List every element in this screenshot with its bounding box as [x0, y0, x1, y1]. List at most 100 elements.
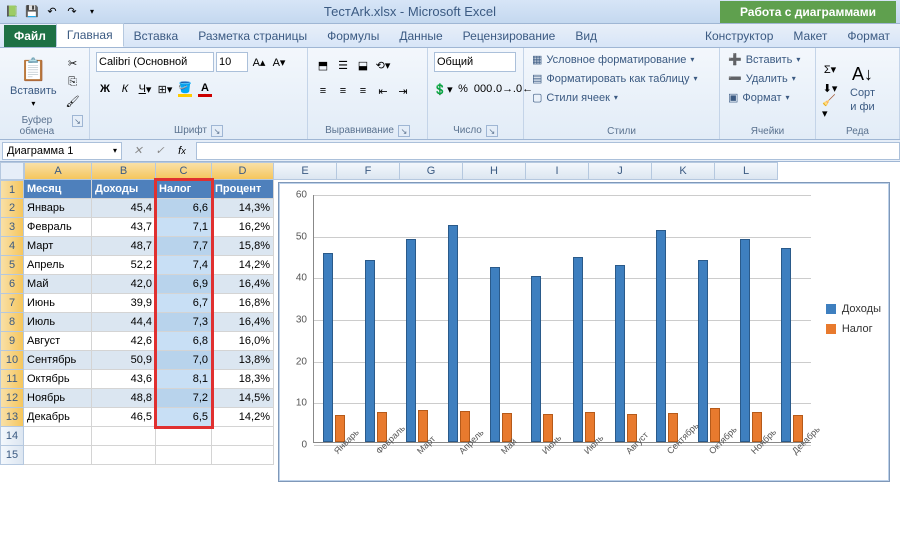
qat-dropdown-icon[interactable]: ▾ [84, 4, 100, 20]
font-size-combo[interactable] [216, 52, 248, 72]
enter-formula-button[interactable]: ✓ [150, 142, 170, 160]
cell-A3[interactable]: Февраль [24, 218, 92, 237]
cell-D12[interactable]: 14,5% [212, 389, 274, 408]
insert-cells-button[interactable]: ➕Вставить▾ [726, 52, 802, 67]
formula-input[interactable] [196, 142, 900, 160]
row-header-11[interactable]: 11 [0, 370, 24, 389]
col-header-K[interactable]: K [652, 162, 715, 180]
cell-A15[interactable] [24, 446, 92, 465]
format-as-table-button[interactable]: ▤Форматировать как таблицу▾ [530, 71, 700, 86]
cell-C5[interactable]: 7,4 [156, 256, 212, 275]
row-header-4[interactable]: 4 [0, 237, 24, 256]
cell-B12[interactable]: 48,8 [92, 389, 156, 408]
align-bottom-button[interactable]: ⬓ [354, 56, 372, 74]
select-all-corner[interactable] [0, 162, 24, 180]
chart-bar[interactable] [698, 260, 708, 442]
cell-A11[interactable]: Октябрь [24, 370, 92, 389]
cell-C15[interactable] [156, 446, 212, 465]
cell-D13[interactable]: 14,2% [212, 408, 274, 427]
cell-C4[interactable]: 7,7 [156, 237, 212, 256]
legend-item[interactable]: Доходы [826, 303, 881, 315]
format-painter-button[interactable]: 🖌 [65, 94, 81, 110]
worksheet-grid[interactable]: ABCDEFGHIJKL 123456789101112131415 Месяц… [0, 162, 900, 556]
tab-page-layout[interactable]: Разметка страницы [188, 25, 317, 47]
cell-B10[interactable]: 50,9 [92, 351, 156, 370]
increase-decimal-button[interactable]: .0→ [494, 80, 512, 98]
chart-bar[interactable] [490, 267, 500, 442]
cell-B2[interactable]: 45,4 [92, 199, 156, 218]
chart-bar[interactable] [656, 230, 666, 442]
cell-A6[interactable]: Май [24, 275, 92, 294]
col-header-J[interactable]: J [589, 162, 652, 180]
save-icon[interactable]: 💾 [24, 4, 40, 20]
tab-chart-design[interactable]: Конструктор [695, 25, 783, 47]
col-header-E[interactable]: E [274, 162, 337, 180]
border-button[interactable]: ⊞▾ [156, 80, 174, 98]
cell-A4[interactable]: Март [24, 237, 92, 256]
tab-view[interactable]: Вид [565, 25, 607, 47]
row-header-1[interactable]: 1 [0, 180, 24, 199]
cell-D9[interactable]: 16,0% [212, 332, 274, 351]
cell-B6[interactable]: 42,0 [92, 275, 156, 294]
cell-B5[interactable]: 52,2 [92, 256, 156, 275]
chart-bar[interactable] [573, 257, 583, 442]
cell-C2[interactable]: 6,6 [156, 199, 212, 218]
row-header-10[interactable]: 10 [0, 351, 24, 370]
align-middle-button[interactable]: ☰ [334, 56, 352, 74]
chart-bar[interactable] [531, 276, 541, 442]
cell-D3[interactable]: 16,2% [212, 218, 274, 237]
alignment-launcher[interactable]: ↘ [398, 125, 410, 137]
percent-format-button[interactable]: % [454, 80, 472, 98]
shrink-font-button[interactable]: A▾ [270, 53, 288, 71]
col-header-H[interactable]: H [463, 162, 526, 180]
orientation-button[interactable]: ⟲▾ [374, 56, 392, 74]
tab-chart-layout[interactable]: Макет [783, 25, 837, 47]
cancel-formula-button[interactable]: ✕ [128, 142, 148, 160]
font-launcher[interactable]: ↘ [211, 125, 223, 137]
chart-bar[interactable] [323, 253, 333, 442]
sort-filter-button[interactable]: A↓ Сорт и фи [846, 62, 879, 115]
align-center-button[interactable]: ≡ [334, 82, 352, 100]
tab-home[interactable]: Главная [56, 23, 124, 47]
decrease-indent-button[interactable]: ⇤ [374, 82, 392, 100]
redo-icon[interactable]: ↷ [64, 4, 80, 20]
row-header-9[interactable]: 9 [0, 332, 24, 351]
conditional-formatting-button[interactable]: ▦Условное форматирование▾ [530, 52, 696, 67]
row-header-13[interactable]: 13 [0, 408, 24, 427]
cell-D7[interactable]: 16,8% [212, 294, 274, 313]
cell-D4[interactable]: 15,8% [212, 237, 274, 256]
cell-A1[interactable]: Месяц [24, 180, 92, 199]
cell-styles-button[interactable]: ▢Стили ячеек▾ [530, 90, 620, 105]
tab-insert[interactable]: Вставка [124, 25, 189, 47]
font-name-combo[interactable] [96, 52, 214, 72]
number-launcher[interactable]: ↘ [486, 125, 498, 137]
align-right-button[interactable]: ≡ [354, 82, 372, 100]
cell-C6[interactable]: 6,9 [156, 275, 212, 294]
name-box[interactable]: Диаграмма 1▾ [2, 142, 122, 160]
delete-cells-button[interactable]: ➖Удалить▾ [726, 71, 798, 86]
col-header-C[interactable]: C [156, 162, 212, 180]
col-header-G[interactable]: G [400, 162, 463, 180]
row-header-6[interactable]: 6 [0, 275, 24, 294]
cell-A13[interactable]: Декабрь [24, 408, 92, 427]
cell-A2[interactable]: Январь [24, 199, 92, 218]
row-header-12[interactable]: 12 [0, 389, 24, 408]
cell-B13[interactable]: 46,5 [92, 408, 156, 427]
cell-A14[interactable] [24, 427, 92, 446]
autosum-button[interactable]: Σ▾ [822, 61, 838, 77]
row-header-8[interactable]: 8 [0, 313, 24, 332]
cell-D14[interactable] [212, 427, 274, 446]
col-header-L[interactable]: L [715, 162, 778, 180]
chart-bar[interactable] [365, 260, 375, 442]
clear-button[interactable]: 🧹▾ [822, 99, 838, 115]
cell-B15[interactable] [92, 446, 156, 465]
format-cells-button[interactable]: ▣Формат▾ [726, 90, 792, 105]
cell-C10[interactable]: 7,0 [156, 351, 212, 370]
row-header-5[interactable]: 5 [0, 256, 24, 275]
tab-chart-format[interactable]: Формат [837, 25, 900, 47]
row-header-15[interactable]: 15 [0, 446, 24, 465]
cell-B9[interactable]: 42,6 [92, 332, 156, 351]
underline-button[interactable]: Ч▾ [136, 80, 154, 98]
tab-data[interactable]: Данные [389, 25, 452, 47]
row-header-2[interactable]: 2 [0, 199, 24, 218]
